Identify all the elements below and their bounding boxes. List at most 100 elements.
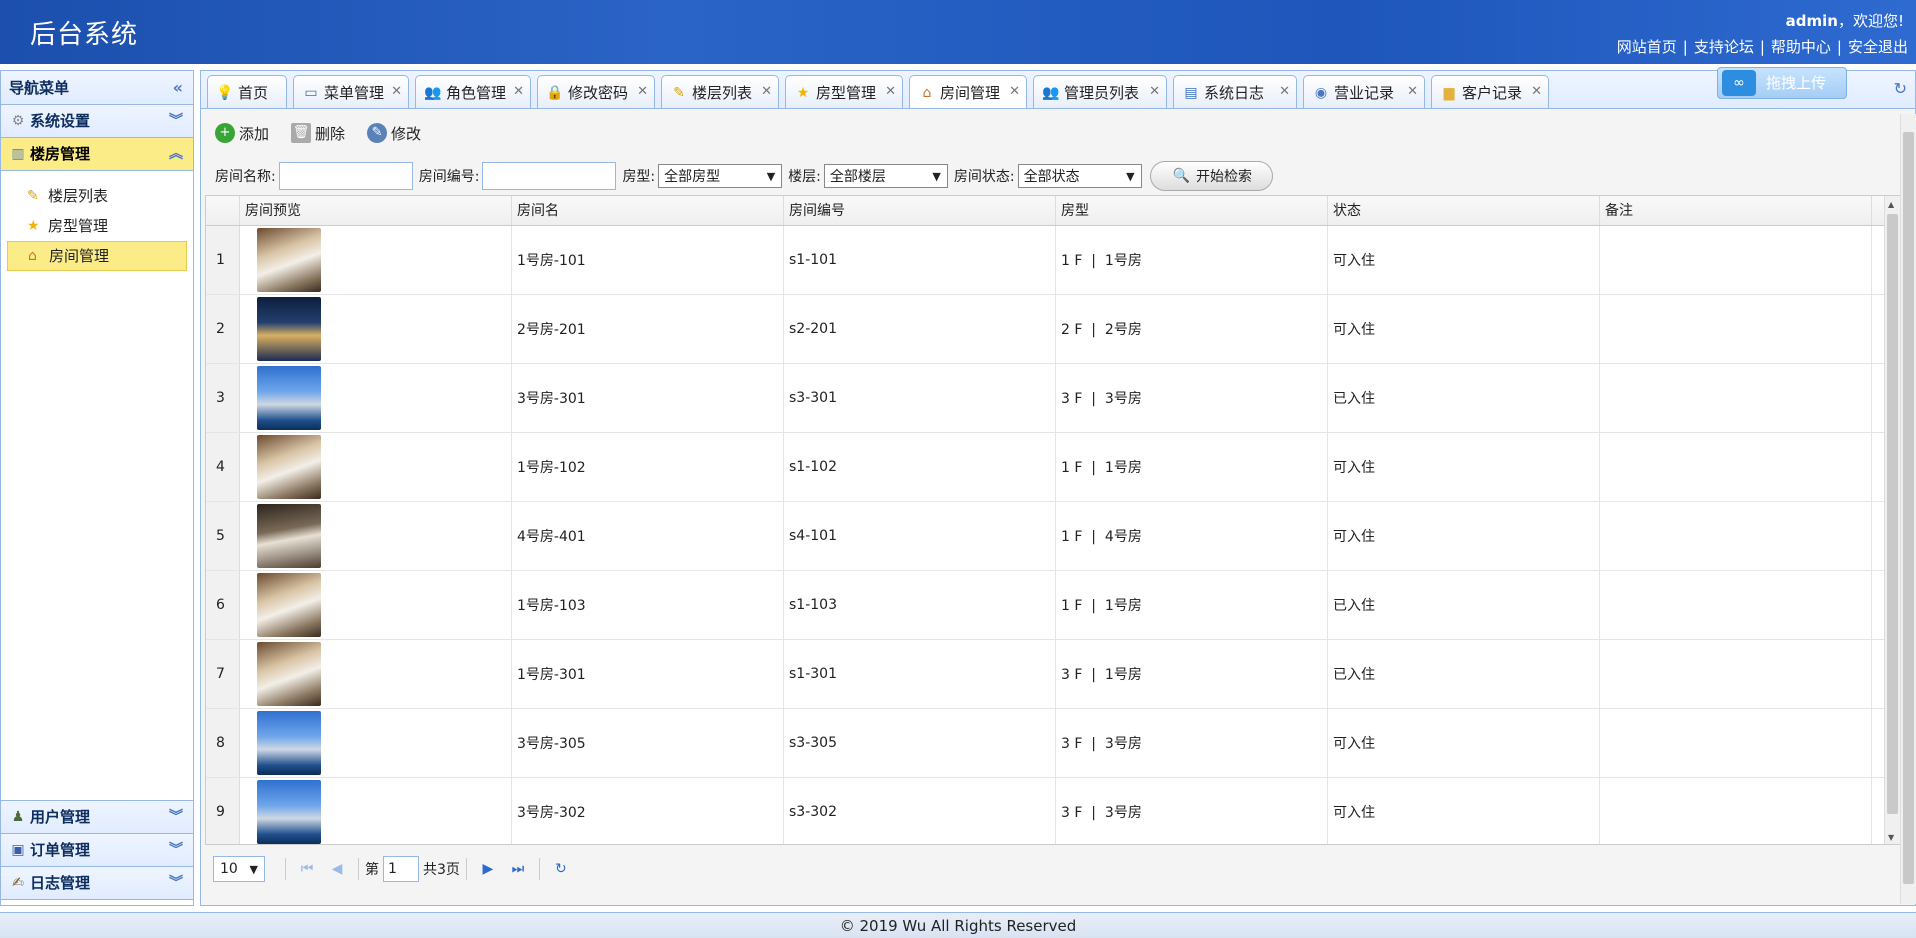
room-name-input[interactable]: [278, 162, 413, 190]
sidebar-item-rooms[interactable]: ⌂ 房间管理: [7, 241, 187, 271]
scroll-thumb[interactable]: [1903, 132, 1914, 884]
column-header[interactable]: 房型: [1056, 196, 1328, 225]
column-header[interactable]: 房间名: [512, 196, 784, 225]
room-status-select[interactable]: 全部状态 ▼: [1017, 164, 1142, 188]
page-input[interactable]: 1: [383, 856, 419, 882]
dropdown-arrow-icon: ▼: [932, 169, 941, 183]
table-row[interactable]: 8 3号房-305 s3-305 3 F | 3号房 可入住: [206, 709, 1900, 778]
tab-system-log[interactable]: ▤ 系统日志 ✕: [1173, 75, 1297, 109]
room-thumbnail[interactable]: [257, 711, 321, 775]
close-icon[interactable]: ✕: [391, 76, 402, 108]
nav-group-users[interactable]: ♟ 用户管理 ︾: [1, 801, 193, 834]
cell-status: 已入住: [1328, 571, 1600, 639]
tab-admin-list[interactable]: 👥 管理员列表 ✕: [1033, 75, 1167, 109]
house-icon: ⌂: [922, 85, 932, 101]
close-icon[interactable]: ✕: [1407, 76, 1418, 108]
scroll-thumb[interactable]: [1887, 214, 1898, 814]
tab-floor-list[interactable]: ✎ 楼层列表 ✕: [661, 75, 779, 109]
search-button[interactable]: 🔍 开始检索: [1149, 161, 1274, 191]
close-icon[interactable]: ✕: [1149, 76, 1160, 108]
sidebar-item-room-types[interactable]: ★ 房型管理: [7, 211, 187, 241]
nav-group-system[interactable]: ⚙ 系统设置 ︾: [1, 105, 193, 138]
content-area: + 添加 🗑 删除 ✎ 修改 房间名称: 房间编号: 房型: 全部房型 ▼ 楼层:: [200, 108, 1916, 906]
close-icon[interactable]: ✕: [1009, 76, 1020, 108]
cell-status: 可入住: [1328, 502, 1600, 570]
refresh-icon[interactable]: ↻: [1894, 79, 1907, 98]
next-page-icon[interactable]: ▶: [473, 861, 503, 877]
room-thumbnail[interactable]: [257, 297, 321, 361]
link-logout[interactable]: 安全退出: [1848, 38, 1908, 56]
cell-room-name: 2号房-201: [512, 295, 784, 363]
close-icon[interactable]: ✕: [761, 76, 772, 108]
cell-room-type: 1 F | 1号房: [1056, 226, 1328, 294]
table-row[interactable]: 3 3号房-301 s3-301 3 F | 3号房 已入住: [206, 364, 1900, 433]
room-type-select[interactable]: 全部房型 ▼: [658, 164, 783, 188]
room-thumbnail[interactable]: [257, 504, 321, 568]
close-icon[interactable]: ✕: [637, 76, 648, 108]
drag-upload-button[interactable]: ∞ 拖拽上传: [1717, 67, 1847, 99]
tab-customer-records[interactable]: ▆ 客户记录 ✕: [1431, 75, 1549, 109]
table-row[interactable]: 2 2号房-201 s2-201 2 F | 2号房 可入住: [206, 295, 1900, 364]
link-forum[interactable]: 支持论坛: [1694, 38, 1754, 56]
column-header[interactable]: 房间预览: [240, 196, 512, 225]
nav-group-label: 日志管理: [30, 873, 91, 892]
last-page-icon[interactable]: ⏭: [503, 861, 533, 877]
reload-icon[interactable]: ↻: [546, 861, 576, 877]
tab-role-management[interactable]: 👥 角色管理 ✕: [415, 75, 531, 109]
close-icon[interactable]: ✕: [513, 76, 524, 108]
collapse-left-icon[interactable]: «: [173, 71, 183, 105]
tab-home[interactable]: 💡 首页: [207, 75, 287, 109]
room-thumbnail[interactable]: [257, 228, 321, 292]
sidebar-item-floor-list[interactable]: ✎ 楼层列表: [7, 181, 187, 211]
table-row[interactable]: 1 1号房-101 s1-101 1 F | 1号房 可入住: [206, 226, 1900, 295]
page-scrollbar[interactable]: [1900, 114, 1916, 904]
table-row[interactable]: 5 4号房-401 s4-101 1 F | 4号房 可入住: [206, 502, 1900, 571]
bulb-icon: 💡: [216, 84, 234, 101]
edit-button[interactable]: ✎ 修改: [367, 123, 421, 144]
cell-room-code: s1-103: [784, 571, 1056, 639]
cell-room-code: s3-301: [784, 364, 1056, 432]
tab-label: 客户记录: [1462, 83, 1523, 102]
tab-change-password[interactable]: 🔒 修改密码 ✕: [537, 75, 655, 109]
column-header[interactable]: 状态: [1328, 196, 1600, 225]
table-row[interactable]: 6 1号房-103 s1-103 1 F | 1号房 已入住: [206, 571, 1900, 640]
page-size-select[interactable]: 10 ▼: [213, 856, 265, 882]
scroll-down-icon[interactable]: ▼: [1888, 833, 1894, 842]
close-icon[interactable]: ✕: [885, 76, 896, 108]
tab-rooms[interactable]: ⌂ 房间管理 ✕: [909, 75, 1027, 110]
main-panel: 💡 首页 ▭ 菜单管理 ✕ 👥 角色管理 ✕ 🔒 修改密码 ✕ ✎ 楼层列表 ✕ ★ 房型管理 ✕ ⌂…: [200, 67, 1916, 906]
room-thumbnail[interactable]: [257, 435, 321, 499]
nav-group-label: 用户管理: [30, 807, 91, 826]
room-number-input[interactable]: [482, 162, 617, 190]
add-button[interactable]: + 添加: [215, 123, 269, 144]
delete-button[interactable]: 🗑 删除: [291, 123, 345, 144]
nav-group-orders[interactable]: ▣ 订单管理 ︾: [1, 834, 193, 867]
room-thumbnail[interactable]: [257, 573, 321, 637]
table-scrollbar[interactable]: ▲ ▼: [1884, 196, 1900, 844]
column-header[interactable]: 备注: [1600, 196, 1872, 225]
column-header[interactable]: 房间编号: [784, 196, 1056, 225]
close-icon[interactable]: ✕: [1279, 76, 1290, 108]
nav-group-building[interactable]: ▥ 楼房管理 ︽: [1, 138, 193, 171]
room-thumbnail[interactable]: [257, 780, 321, 844]
nav-group-logs[interactable]: ✍ 日志管理 ︾: [1, 867, 193, 900]
cell-note: [1600, 502, 1872, 570]
link-site-home[interactable]: 网站首页: [1617, 38, 1677, 56]
room-thumbnail[interactable]: [257, 642, 321, 706]
scroll-up-icon[interactable]: ▲: [1888, 200, 1894, 209]
tab-label: 房间管理: [940, 84, 1001, 102]
room-thumbnail[interactable]: [257, 366, 321, 430]
close-icon[interactable]: ✕: [1531, 76, 1542, 108]
tab-room-types[interactable]: ★ 房型管理 ✕: [785, 75, 903, 109]
prev-page-icon[interactable]: ◀: [322, 861, 352, 877]
link-help[interactable]: 帮助中心: [1771, 38, 1831, 56]
header-rownum: [206, 196, 240, 225]
table-row[interactable]: 4 1号房-102 s1-102 1 F | 1号房 可入住: [206, 433, 1900, 502]
table-row[interactable]: 7 1号房-301 s1-301 3 F | 1号房 已入住: [206, 640, 1900, 709]
cell-room-name: 1号房-102: [512, 433, 784, 501]
tab-business-records[interactable]: ◉ 营业记录 ✕: [1303, 75, 1425, 109]
table-row[interactable]: 9 3号房-302 s3-302 3 F | 3号房 可入住: [206, 778, 1900, 844]
tab-menu-management[interactable]: ▭ 菜单管理 ✕: [293, 75, 409, 109]
first-page-icon[interactable]: ⏮: [292, 861, 322, 877]
floor-select[interactable]: 全部楼层 ▼: [823, 164, 948, 188]
